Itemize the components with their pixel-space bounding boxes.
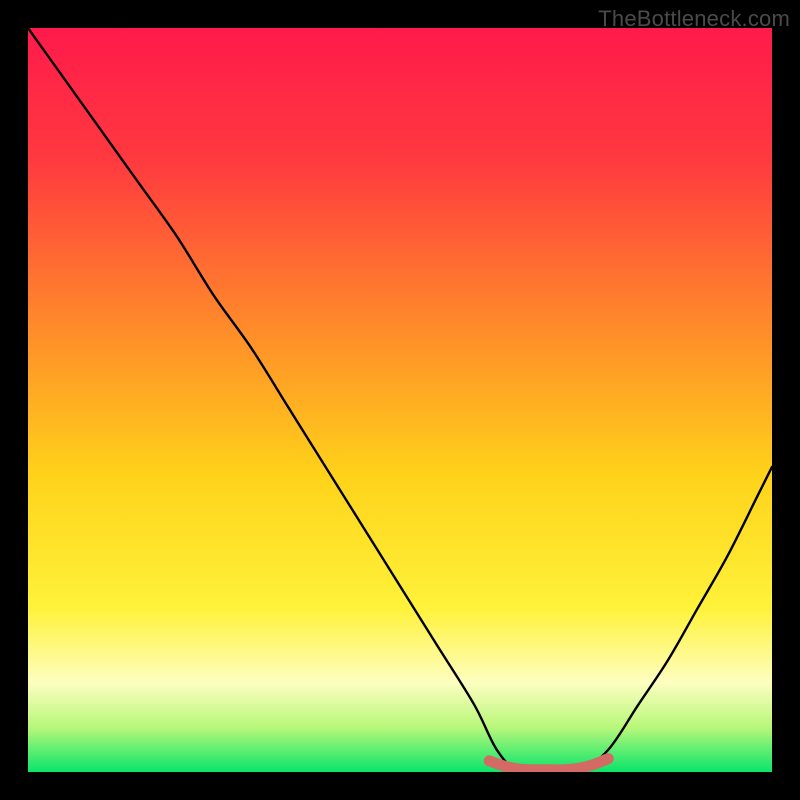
gradient-background [28,28,772,772]
plot-area [28,28,772,772]
chart-svg [28,28,772,772]
chart-container: TheBottleneck.com [0,0,800,800]
watermark-text: TheBottleneck.com [598,6,790,32]
